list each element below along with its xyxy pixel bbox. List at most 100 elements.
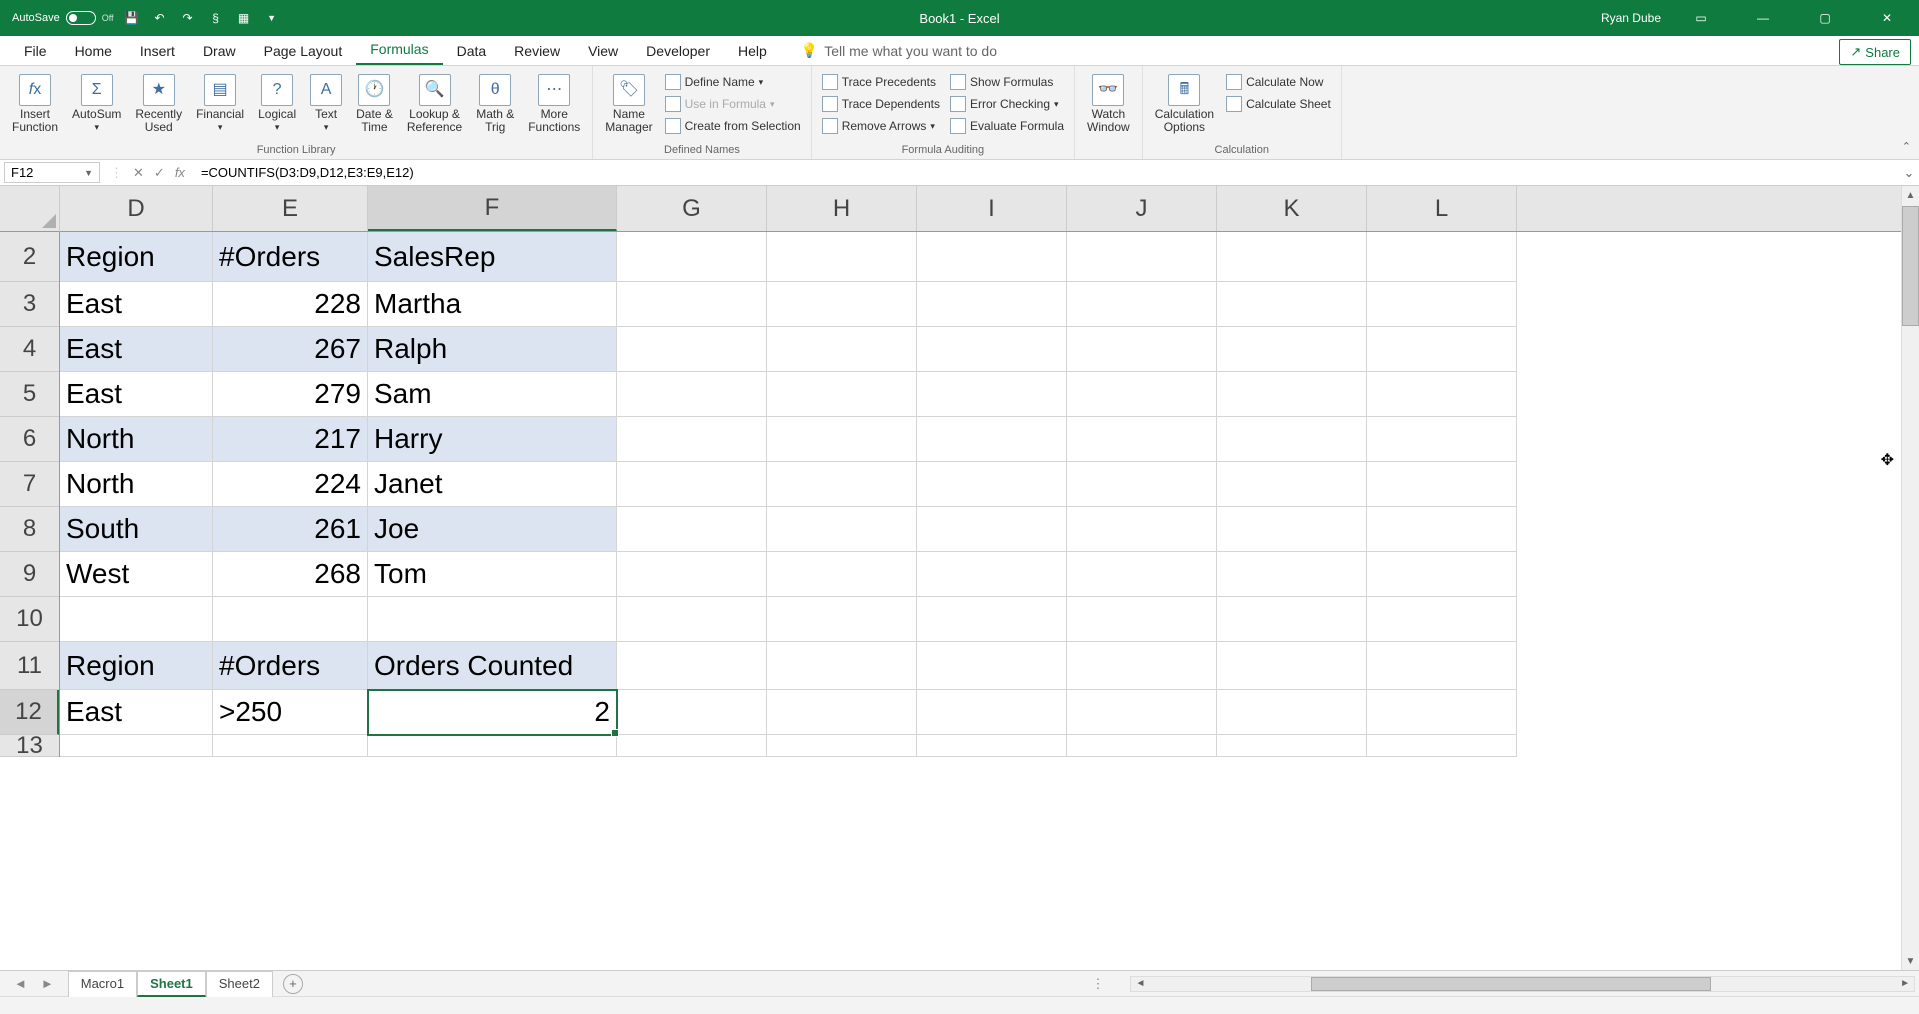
financial-button[interactable]: ▤Financial▾ (190, 70, 250, 137)
cell[interactable] (1067, 507, 1217, 552)
scroll-down-icon[interactable]: ▼ (1902, 952, 1919, 970)
row-header-5[interactable]: 5 (0, 372, 59, 417)
row-header-10[interactable]: 10 (0, 597, 59, 642)
autosum-button[interactable]: ΣAutoSum▾ (66, 70, 127, 137)
cell[interactable] (767, 552, 917, 597)
cell[interactable] (1217, 552, 1367, 597)
cell[interactable]: Tom (368, 552, 617, 597)
cell[interactable]: >250 (213, 690, 368, 735)
cell[interactable] (368, 597, 617, 642)
cell[interactable] (917, 597, 1067, 642)
cell[interactable] (617, 282, 767, 327)
qat-btn-1[interactable]: § (206, 8, 226, 28)
cell[interactable] (617, 372, 767, 417)
cell[interactable] (917, 690, 1067, 735)
cell[interactable] (617, 735, 767, 757)
cell[interactable] (917, 372, 1067, 417)
row-header-8[interactable]: 8 (0, 507, 59, 552)
scroll-right-icon[interactable]: ► (1896, 978, 1914, 989)
calculation-options-button[interactable]: 🖩Calculation Options (1149, 70, 1220, 138)
cell[interactable] (917, 735, 1067, 757)
cell[interactable] (60, 597, 213, 642)
cell[interactable]: 267 (213, 327, 368, 372)
tab-page-layout[interactable]: Page Layout (250, 37, 357, 65)
cell[interactable]: Sam (368, 372, 617, 417)
cell[interactable] (767, 232, 917, 282)
cell[interactable] (767, 507, 917, 552)
cell[interactable]: North (60, 462, 213, 507)
cell[interactable] (617, 597, 767, 642)
close-icon[interactable]: ✕ (1865, 0, 1909, 36)
cell[interactable] (1217, 327, 1367, 372)
cell[interactable] (1067, 462, 1217, 507)
cell[interactable] (917, 282, 1067, 327)
cell[interactable] (617, 690, 767, 735)
cell[interactable] (917, 552, 1067, 597)
cell[interactable]: #Orders (213, 642, 368, 690)
calculate-sheet-button[interactable]: Calculate Sheet (1222, 94, 1335, 114)
cell[interactable] (1367, 735, 1517, 757)
cell[interactable] (1067, 690, 1217, 735)
cell[interactable] (917, 507, 1067, 552)
tab-developer[interactable]: Developer (632, 37, 724, 65)
select-all-corner[interactable] (0, 186, 60, 232)
cell[interactable]: Ralph (368, 327, 617, 372)
cell[interactable] (1367, 462, 1517, 507)
cell[interactable]: East (60, 327, 213, 372)
cell[interactable] (767, 417, 917, 462)
row-header-2[interactable]: 2 (0, 232, 59, 282)
cell[interactable] (1217, 507, 1367, 552)
scroll-left-icon[interactable]: ◄ (1131, 978, 1149, 989)
cell[interactable] (1217, 372, 1367, 417)
tell-me-search[interactable]: 💡 Tell me what you want to do (791, 36, 1007, 65)
define-name-button[interactable]: Define Name ▾ (661, 72, 805, 92)
column-header-I[interactable]: I (917, 186, 1067, 231)
cell[interactable] (1217, 417, 1367, 462)
cell[interactable] (617, 327, 767, 372)
cell[interactable] (1067, 417, 1217, 462)
horizontal-scrollbar[interactable]: ◄ ► (1130, 976, 1915, 992)
cell[interactable]: 279 (213, 372, 368, 417)
column-header-E[interactable]: E (213, 186, 368, 231)
cell[interactable] (1067, 597, 1217, 642)
trace-precedents-button[interactable]: Trace Precedents (818, 72, 944, 92)
maximize-icon[interactable]: ▢ (1803, 0, 1847, 36)
user-name[interactable]: Ryan Dube (1601, 11, 1661, 25)
more-functions-button[interactable]: ⋯More Functions (522, 70, 586, 138)
evaluate-formula-button[interactable]: Evaluate Formula (946, 116, 1068, 136)
ribbon-display-icon[interactable]: ▭ (1679, 0, 1723, 36)
cell[interactable] (1217, 282, 1367, 327)
save-icon[interactable]: 💾 (122, 8, 142, 28)
insert-function-button[interactable]: fxInsert Function (6, 70, 64, 138)
row-header-9[interactable]: 9 (0, 552, 59, 597)
cell[interactable] (1367, 417, 1517, 462)
column-header-L[interactable]: L (1367, 186, 1517, 231)
cell[interactable] (617, 507, 767, 552)
expand-formula-bar-icon[interactable]: ⌄ (1899, 165, 1919, 181)
create-from-selection-button[interactable]: Create from Selection (661, 116, 805, 136)
tab-review[interactable]: Review (500, 37, 574, 65)
cell[interactable] (1067, 282, 1217, 327)
row-header-4[interactable]: 4 (0, 327, 59, 372)
cell[interactable] (1367, 327, 1517, 372)
cell[interactable] (1367, 232, 1517, 282)
cells-area[interactable]: Region#OrdersSalesRepEast228MarthaEast26… (60, 232, 1901, 970)
row-header-13[interactable]: 13 (0, 735, 59, 757)
column-header-H[interactable]: H (767, 186, 917, 231)
vertical-scrollbar[interactable]: ▲ ▼ (1901, 186, 1919, 970)
cell[interactable] (917, 417, 1067, 462)
cell[interactable] (617, 552, 767, 597)
cell[interactable] (767, 327, 917, 372)
row-header-12[interactable]: 12 (0, 690, 59, 735)
cell[interactable] (1367, 597, 1517, 642)
column-header-D[interactable]: D (60, 186, 213, 231)
row-headers[interactable]: 2345678910111213 (0, 232, 60, 757)
add-sheet-button[interactable]: + (283, 974, 303, 994)
watch-window-button[interactable]: 👓Watch Window (1081, 70, 1136, 138)
tab-home[interactable]: Home (61, 37, 126, 65)
cell[interactable] (917, 462, 1067, 507)
trace-dependents-button[interactable]: Trace Dependents (818, 94, 944, 114)
row-header-11[interactable]: 11 (0, 642, 59, 690)
hscroll-thumb[interactable] (1311, 977, 1711, 991)
cell[interactable] (767, 597, 917, 642)
